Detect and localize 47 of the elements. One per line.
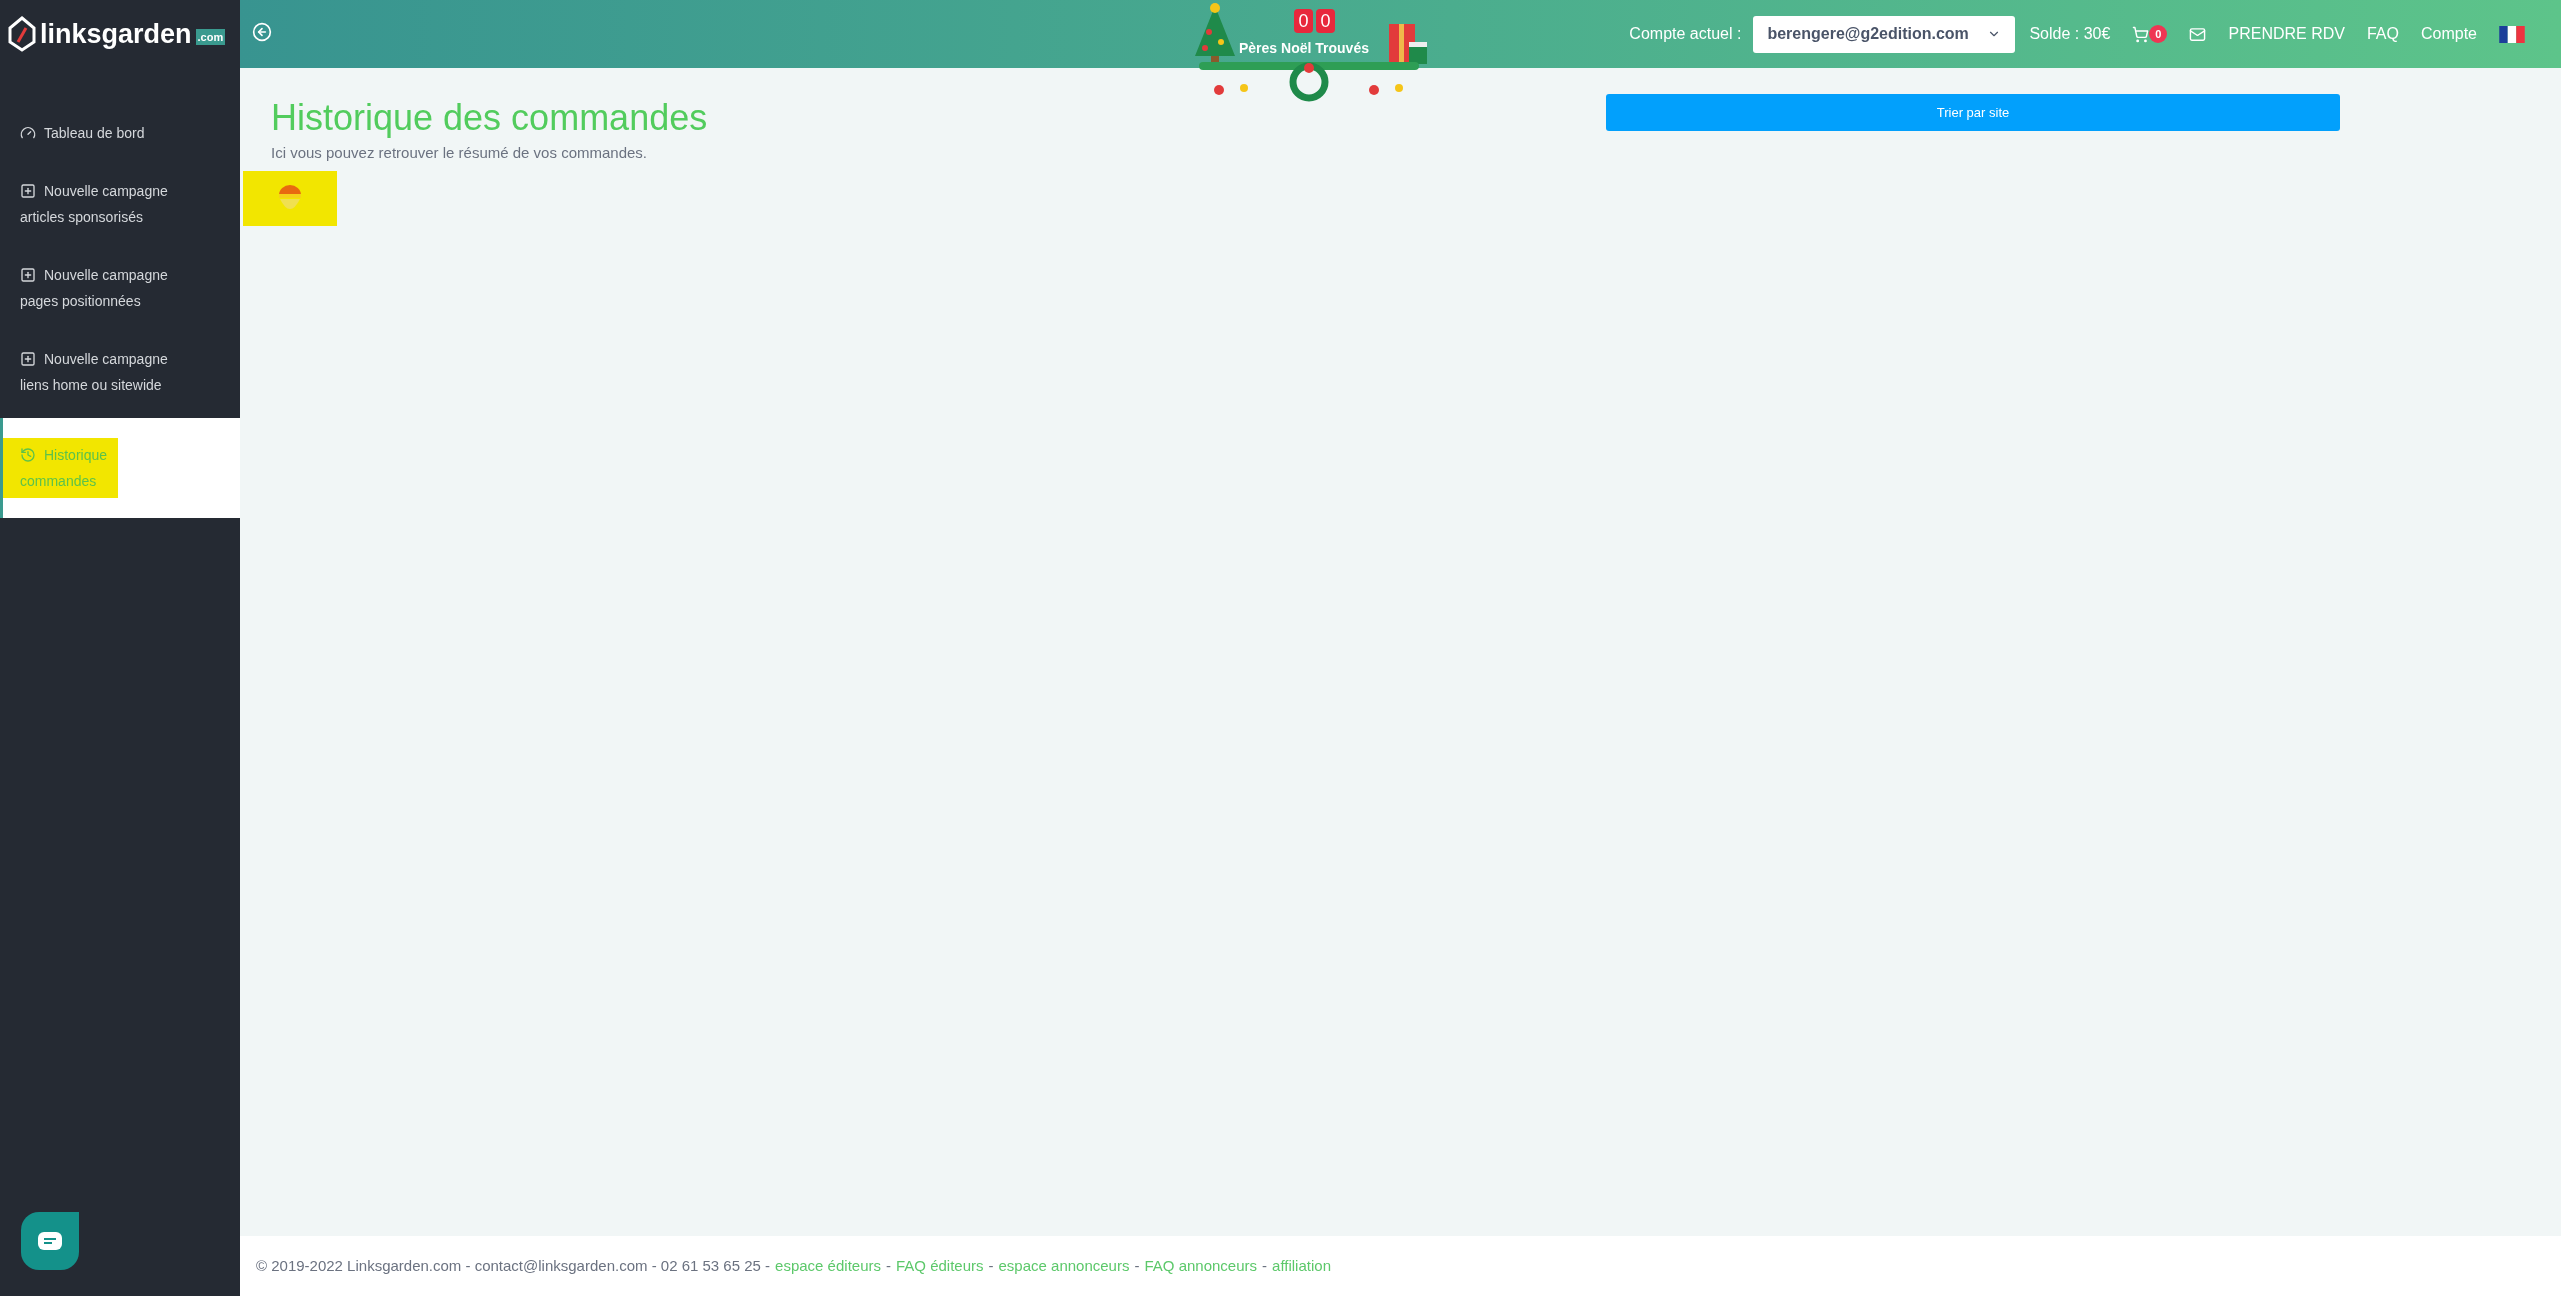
header-link[interactable]: PRENDRE RDV [2228,22,2345,46]
footer-link[interactable]: espace annonceurs [998,1254,1130,1278]
plus-square-icon [20,266,36,283]
footer-link[interactable]: espace éditeurs [775,1254,881,1278]
page-title: Historique des commandes [271,96,709,140]
balance-text: Solde : 30€ [2029,24,2111,44]
footer-text: - [1134,1255,1140,1276]
footer-text: - [1262,1255,1268,1276]
chat-button[interactable] [21,1212,79,1270]
chat-icon [38,1232,62,1250]
plus-square-icon [20,182,36,199]
account-label: Compte actuel : [1629,24,1742,44]
sidebar-label: Nouvelle campagne pages positionnées [20,267,168,309]
counter-digit: 0 [1316,9,1335,33]
back-button[interactable] [252,22,272,42]
history-icon [20,446,36,463]
sidebar-item[interactable]: Historique commandes [0,418,240,518]
footer-text: - [886,1255,891,1276]
footer-text: © 2019-2022 Linksgarden.com - contact@linksgarden.com - 02 61 53 65 25 - [256,1255,771,1276]
cart-icon [2132,25,2150,43]
page-subtitle: Ici vous pouvez retrouver le résumé de vos commandes. [271,143,648,163]
account-select[interactable]: berengere@g2edition.com [1753,15,2016,53]
plus-square-icon [20,350,36,367]
logo-text: linksgarden [40,17,192,51]
footer-link[interactable]: FAQ éditeurs [896,1254,984,1278]
counter-digit: 0 [1294,9,1313,33]
sidebar-item[interactable]: Nouvelle campagne pages positionnées [0,250,240,326]
logo-icon [8,16,36,52]
sidebar-label: Nouvelle campagne liens home ou sitewide [20,351,168,393]
sidebar-item[interactable]: Nouvelle campagne articles sponsorisés [0,166,240,242]
french-flag-icon[interactable] [2499,25,2525,43]
sidebar-item[interactable]: Tableau de bord [0,108,240,158]
sidebar-label: Nouvelle campagne articles sponsorisés [20,183,168,225]
sidebar-item[interactable]: Nouvelle campagne liens home ou sitewide [0,334,240,410]
footer-link[interactable]: FAQ annonceurs [1144,1254,1258,1278]
cart-button[interactable]: 0 [2132,25,2168,43]
cart-count-badge: 0 [2149,25,2168,43]
gauge-icon [20,124,36,141]
header-link[interactable]: Compte [2420,22,2477,46]
sidebar-label: Historique commandes [20,447,108,489]
header-link[interactable]: FAQ [2366,22,2399,46]
sidebar-label: Tableau de bord [20,125,145,141]
logo-suffix: .com [195,28,226,46]
sort-button[interactable]: Trier par site [1606,94,2340,131]
footer-text: - [988,1255,994,1276]
counter-label: Pères Noël Trouvés [1239,39,1369,58]
footer-link[interactable]: affiliation [1272,1254,1331,1278]
